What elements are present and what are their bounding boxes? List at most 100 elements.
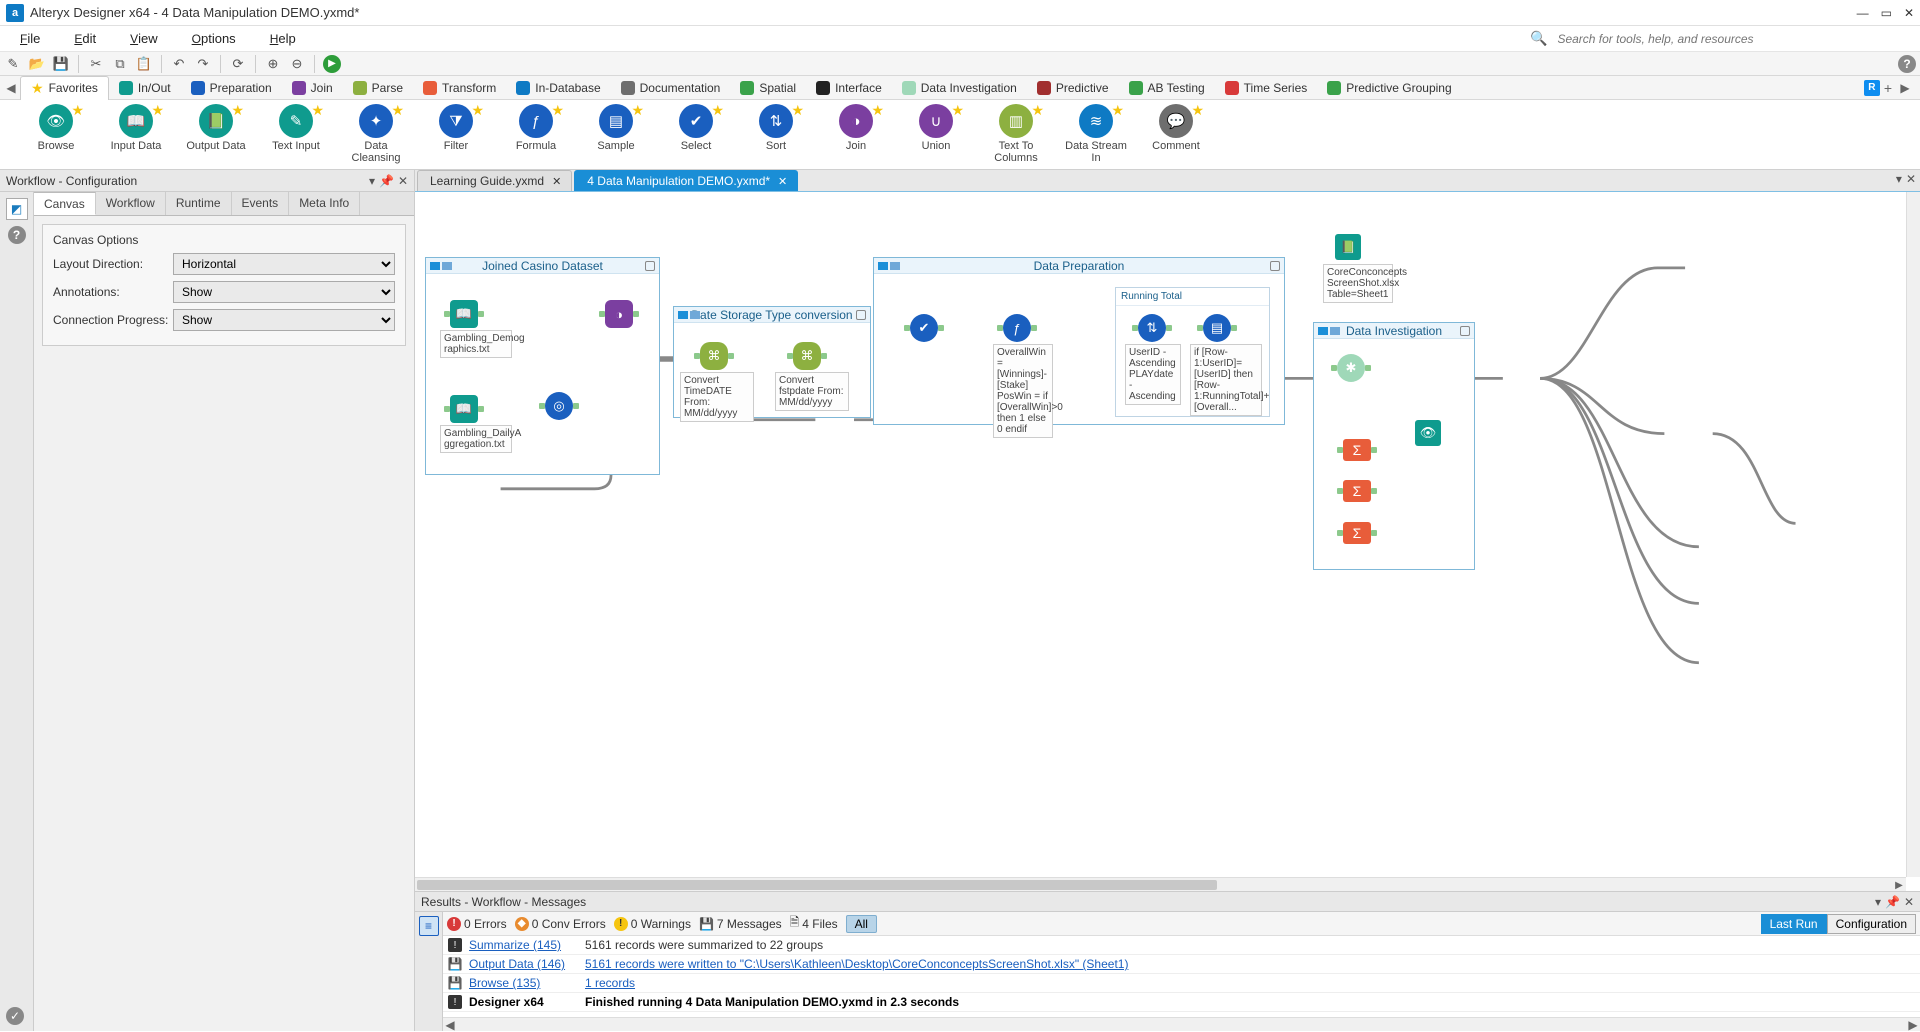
- category-predictive-grouping[interactable]: Predictive Grouping: [1317, 76, 1461, 100]
- out-port[interactable]: [728, 353, 734, 359]
- result-message[interactable]: 1 records: [585, 976, 635, 990]
- category-favorites[interactable]: ★Favorites: [20, 76, 109, 100]
- category-transform[interactable]: Transform: [413, 76, 506, 100]
- result-message[interactable]: 5161 records were written to "C:\Users\K…: [585, 957, 1128, 971]
- formula-node[interactable]: ƒ: [1003, 314, 1031, 342]
- canvas-scroll-vertical[interactable]: [1906, 192, 1920, 877]
- menu-help[interactable]: Help: [260, 29, 306, 48]
- out-port[interactable]: [1371, 530, 1377, 536]
- undo-icon[interactable]: ↶: [170, 55, 188, 73]
- result-row[interactable]: 💾Output Data (146)5161 records were writ…: [443, 955, 1920, 974]
- config-select[interactable]: Show: [173, 281, 395, 303]
- config-tab-canvas[interactable]: Canvas: [34, 192, 96, 215]
- pane-pin-icon[interactable]: 📌: [379, 174, 394, 188]
- results-configuration-button[interactable]: Configuration: [1827, 914, 1916, 934]
- out-port[interactable]: [1371, 488, 1377, 494]
- run-button[interactable]: ▶: [323, 55, 341, 73]
- help-icon[interactable]: ?: [1898, 55, 1916, 73]
- cfg-canvas-icon[interactable]: ◩: [6, 198, 28, 220]
- config-tab-workflow[interactable]: Workflow: [96, 192, 166, 215]
- search-box[interactable]: 🔍: [1530, 29, 1910, 49]
- zoom-out-icon[interactable]: ⊖: [288, 55, 306, 73]
- cat-scroll-left[interactable]: ◀: [2, 81, 20, 95]
- tool-join[interactable]: ◑★Join: [820, 104, 892, 152]
- container-toggle-icon[interactable]: [1270, 261, 1280, 271]
- category-join[interactable]: Join: [282, 76, 343, 100]
- container-collapse-icon[interactable]: [430, 262, 452, 270]
- minimize-icon[interactable]: —: [1857, 6, 1869, 20]
- config-tab-runtime[interactable]: Runtime: [166, 192, 232, 215]
- container-collapse-icon[interactable]: [678, 311, 700, 319]
- search-input[interactable]: [1551, 29, 1910, 49]
- tool-data-stream-in[interactable]: ≋★Data Stream In: [1060, 104, 1132, 164]
- tool-text-input[interactable]: ✎★Text Input: [260, 104, 332, 152]
- summarize-node-3[interactable]: Σ: [1343, 522, 1371, 544]
- new-icon[interactable]: ✎: [4, 55, 22, 73]
- tool-filter[interactable]: ⧩★Filter: [420, 104, 492, 152]
- summarize-node-2[interactable]: Σ: [1343, 480, 1371, 502]
- results-hscroll[interactable]: ◀ ▶: [443, 1017, 1920, 1031]
- container-toggle-icon[interactable]: [856, 310, 866, 320]
- canvas-area[interactable]: Joined Casino DatasetDate Storage Type c…: [415, 192, 1920, 891]
- in-port[interactable]: [787, 353, 793, 359]
- join-node[interactable]: ◑: [605, 300, 633, 328]
- config-select[interactable]: Show: [173, 309, 395, 331]
- menu-view[interactable]: View: [120, 29, 168, 48]
- in-port[interactable]: [1197, 325, 1203, 331]
- category-preparation[interactable]: Preparation: [181, 76, 282, 100]
- result-row[interactable]: 💾Browse (135)1 records: [443, 974, 1920, 993]
- tool-select[interactable]: ✔★Select: [660, 104, 732, 152]
- out-port[interactable]: [1231, 325, 1237, 331]
- tool-data-cleansing[interactable]: ✦★Data Cleansing: [340, 104, 412, 164]
- hscroll-thumb[interactable]: [417, 880, 1217, 890]
- tool-union[interactable]: ∪★Union: [900, 104, 972, 152]
- tool-browse[interactable]: 👁★Browse: [20, 104, 92, 152]
- container-collapse-icon[interactable]: [1318, 327, 1340, 335]
- container-collapse-icon[interactable]: [878, 262, 900, 270]
- field-summary-node[interactable]: ✱: [1337, 354, 1365, 382]
- category-in-out[interactable]: In/Out: [109, 76, 181, 100]
- open-icon[interactable]: 📂: [28, 55, 46, 73]
- tool-input-data[interactable]: 📖★Input Data: [100, 104, 172, 152]
- workspace-close-icon[interactable]: ✕: [1906, 172, 1916, 186]
- result-source-link[interactable]: Designer x64: [469, 995, 579, 1009]
- in-port[interactable]: [1337, 488, 1343, 494]
- menu-edit[interactable]: Edit: [64, 29, 106, 48]
- out-port[interactable]: [1371, 447, 1377, 453]
- category-parse[interactable]: Parse: [343, 76, 413, 100]
- container-toggle-icon[interactable]: [645, 261, 655, 271]
- datetime-node-1[interactable]: ⌘: [700, 342, 728, 370]
- container-toggle-icon[interactable]: [1460, 326, 1470, 336]
- out-port[interactable]: [1365, 365, 1371, 371]
- in-port[interactable]: [1337, 530, 1343, 536]
- out-port[interactable]: [1031, 325, 1037, 331]
- category-time-series[interactable]: Time Series: [1215, 76, 1318, 100]
- result-row[interactable]: !Summarize (145)5161 records were summar…: [443, 936, 1920, 955]
- filter-warnings[interactable]: !0 Warnings: [614, 917, 691, 931]
- summarize-node-1[interactable]: Σ: [1343, 439, 1371, 461]
- sort-node[interactable]: ⇅: [1138, 314, 1166, 342]
- tool-sort[interactable]: ⇅★Sort: [740, 104, 812, 152]
- cat-extra-icon[interactable]: R: [1864, 80, 1880, 96]
- results-dropdown-icon[interactable]: ▾: [1875, 895, 1881, 909]
- filter-messages[interactable]: 💾7 Messages: [699, 917, 782, 931]
- results-close-icon[interactable]: ✕: [1904, 895, 1914, 909]
- category-predictive[interactable]: Predictive: [1027, 76, 1119, 100]
- doc-tab-close-icon[interactable]: ✕: [778, 175, 787, 188]
- out-port[interactable]: [573, 403, 579, 409]
- browse-node[interactable]: 👁: [1415, 420, 1441, 446]
- out-port[interactable]: [633, 311, 639, 317]
- config-tab-events[interactable]: Events: [232, 192, 290, 215]
- in-port[interactable]: [1337, 447, 1343, 453]
- cat-add-icon[interactable]: +: [1884, 80, 1892, 96]
- refresh-icon[interactable]: ⟳: [229, 55, 247, 73]
- filter-errors[interactable]: !0 Errors: [447, 917, 507, 931]
- hscroll-right-icon[interactable]: ▶: [1892, 878, 1906, 891]
- tool-comment[interactable]: 💬★Comment: [1140, 104, 1212, 152]
- result-source-link[interactable]: Summarize (145): [469, 938, 579, 952]
- in-port[interactable]: [1331, 365, 1337, 371]
- out-port[interactable]: [821, 353, 827, 359]
- menu-file[interactable]: File: [10, 29, 50, 48]
- results-side-icon[interactable]: ≡: [415, 912, 443, 1031]
- pane-dropdown-icon[interactable]: ▾: [369, 174, 375, 188]
